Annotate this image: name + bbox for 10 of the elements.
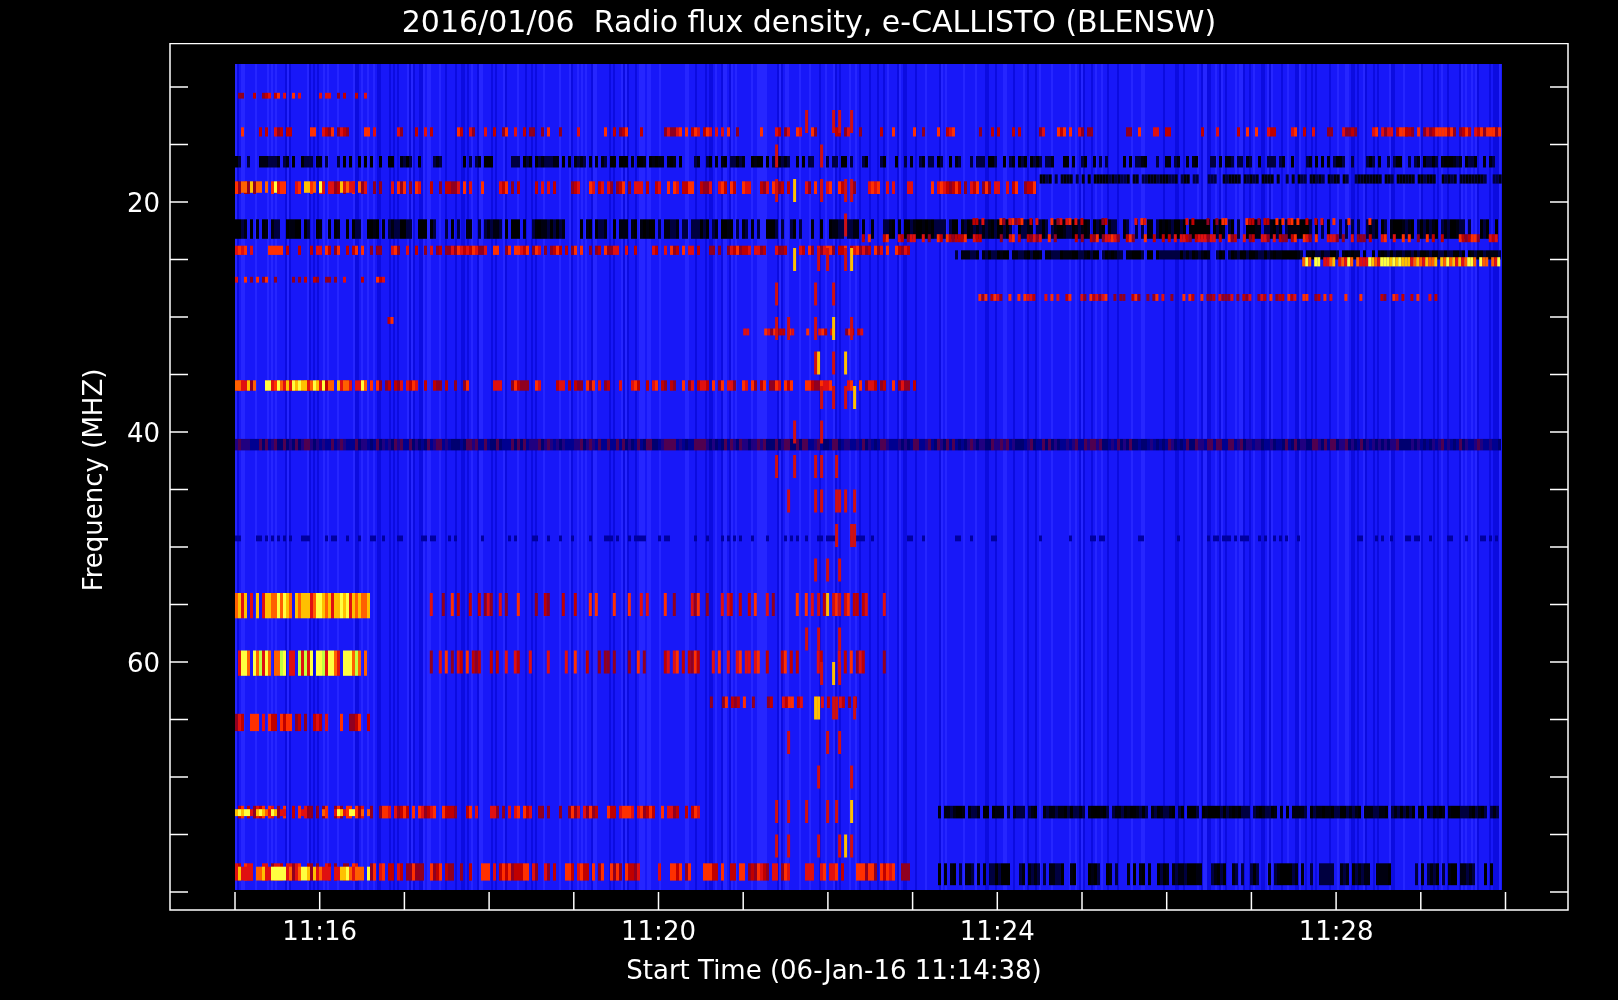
x-tick-label: 11:24 bbox=[959, 916, 1035, 946]
x-axis-title: Start Time (06-Jan-16 11:14:38) bbox=[625, 957, 1042, 983]
chart-title: 2016/01/06 Radio flux density, e-CALLISTO (BLENSW) bbox=[401, 6, 1217, 37]
y-axis-title: Frequency (MHZ) bbox=[78, 368, 108, 592]
x-tick-label: 11:28 bbox=[1298, 916, 1374, 946]
x-tick-label: 11:20 bbox=[621, 916, 696, 946]
x-tick-label: 11:16 bbox=[282, 916, 358, 946]
y-tick-label: 60 bbox=[126, 648, 160, 678]
y-tick-label: 40 bbox=[126, 418, 160, 448]
y-tick-label: 20 bbox=[126, 188, 160, 218]
